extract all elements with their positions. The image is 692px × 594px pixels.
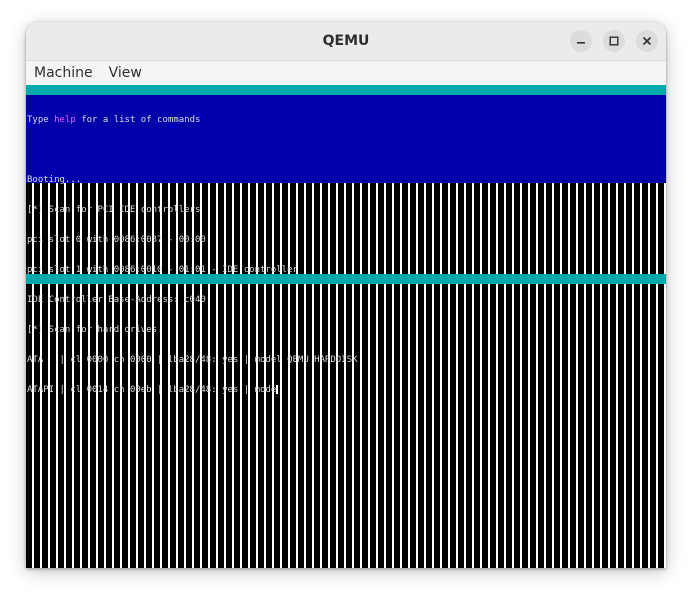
minimize-icon [577, 42, 585, 44]
menubar: Machine View [26, 61, 666, 85]
console-line: pci slot 1 with 0086:0010 - 01:01 - IDE … [27, 265, 298, 275]
help-keyword: help [54, 115, 76, 125]
menu-machine[interactable]: Machine [34, 61, 101, 85]
close-button[interactable] [636, 30, 658, 52]
close-icon [642, 36, 652, 46]
text-cursor [276, 385, 279, 394]
console-line: ATA | cl 0000 ch 0000 | lba28/48: yes | … [27, 355, 358, 365]
boot-console: Type help for a list of commands Booting… [27, 95, 358, 415]
maximize-icon [609, 36, 619, 46]
minimize-button[interactable] [570, 30, 592, 52]
console-line-last: ATAPI | cl 0014 ch 00eb | lba28/48: yes … [27, 385, 279, 395]
console-line: Booting... [27, 175, 82, 185]
console-line: [*] Scan for hard drives [27, 325, 158, 335]
console-line-intro: Type help for a list of commands [27, 115, 201, 125]
console-line: IDE Controller Base-Address: c040 [27, 295, 206, 305]
console-line: pci slot 0 with 0086:0037 - 00:00 [27, 235, 206, 245]
menu-view[interactable]: View [109, 61, 150, 85]
maximize-button[interactable] [603, 30, 625, 52]
vm-display[interactable]: Type help for a list of commands Booting… [26, 85, 666, 568]
console-line: [*] Scan for PCI IDE controllers [27, 205, 201, 215]
top-status-bar [26, 85, 666, 95]
titlebar[interactable]: QEMU [26, 22, 666, 61]
qemu-window: QEMU Machine View Type help for a list o… [26, 22, 666, 568]
